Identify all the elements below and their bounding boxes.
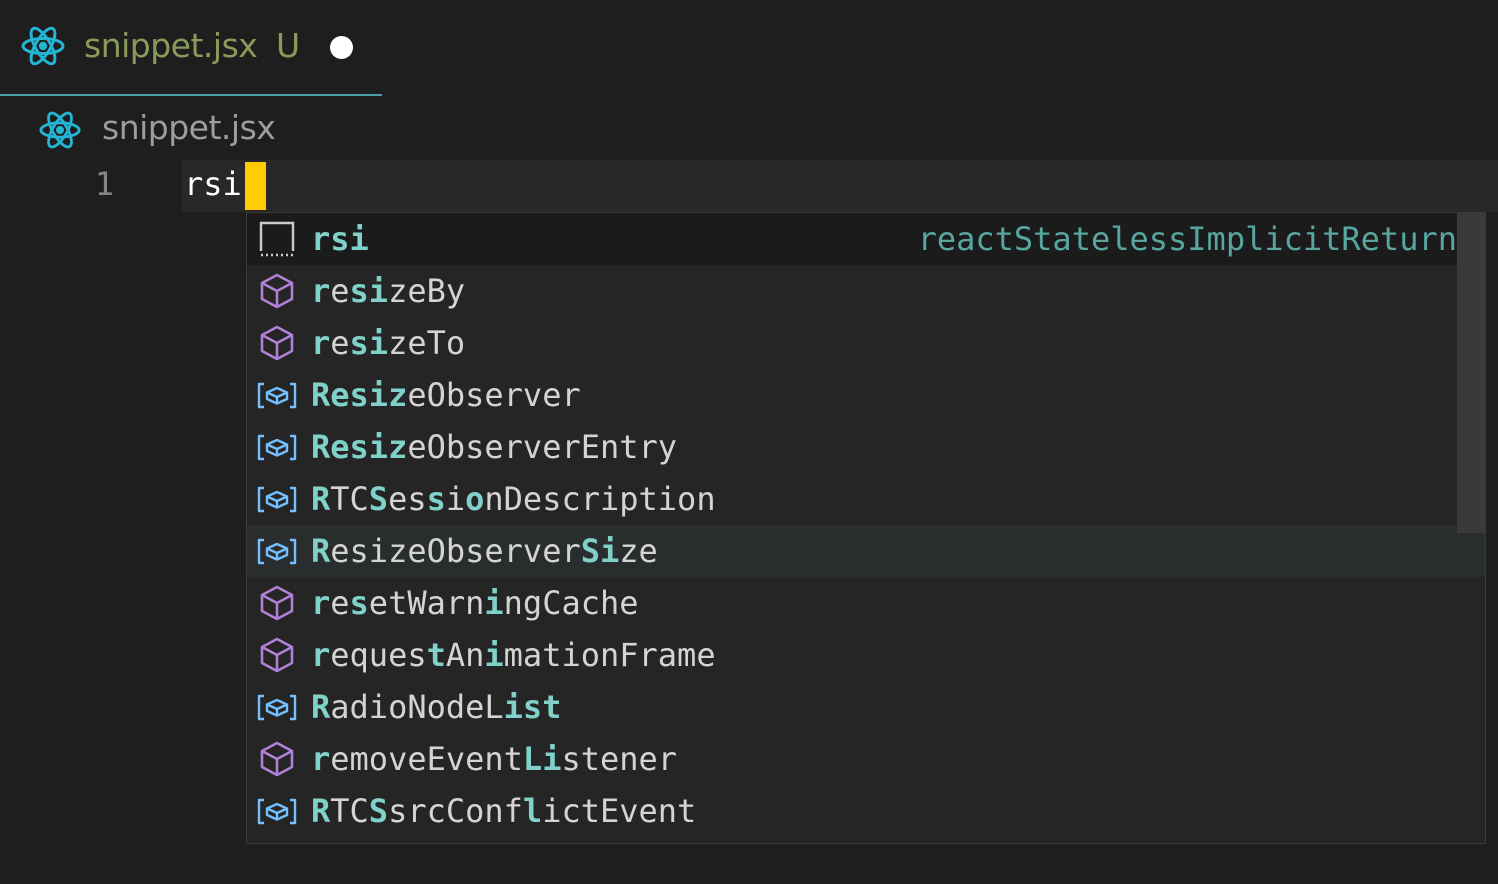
line-number: 1 — [94, 165, 114, 203]
suggest-widget: rsi reactStatelessImplicitReturn resizeBy r… — [246, 212, 1486, 844]
suggestion-item[interactable]: ResizeObserverSize — [247, 525, 1485, 577]
suggestion-label: requestAnimationFrame — [311, 636, 716, 674]
suggestion-item[interactable]: RTCSsrcConflictEvent — [247, 785, 1485, 837]
suggestion-item[interactable]: resizeTo — [247, 317, 1485, 369]
method-icon — [255, 741, 299, 777]
suggestion-item[interactable]: resizeBy — [247, 265, 1485, 317]
suggestion-label: RTCSsrcConflictEvent — [311, 792, 697, 830]
untracked-status-badge: U — [276, 26, 301, 65]
tab-title: snippet.jsx — [84, 26, 258, 65]
class-icon — [255, 533, 299, 569]
current-line-highlight — [182, 160, 1498, 212]
text-cursor — [245, 162, 266, 210]
suggestion-label: resetWarningCache — [311, 584, 639, 622]
class-icon — [255, 689, 299, 725]
method-icon — [255, 585, 299, 621]
code-line[interactable]: rsi — [184, 164, 242, 204]
suggestion-item[interactable]: rsi reactStatelessImplicitReturn — [247, 213, 1485, 265]
react-icon — [20, 23, 66, 69]
react-icon — [38, 108, 82, 152]
suggestion-item[interactable]: requestAnimationFrame — [247, 629, 1485, 681]
suggestion-label: ResizeObserverEntry — [311, 428, 678, 466]
suggestion-label: RTCSessionDescription — [311, 480, 716, 518]
suggestion-label: resizeTo — [311, 324, 466, 362]
class-icon — [255, 481, 299, 517]
suggest-scrollbar[interactable] — [1457, 213, 1485, 533]
method-icon — [255, 637, 299, 673]
tab-snippet-jsx[interactable]: snippet.jsx U — [0, 0, 382, 96]
suggestion-item[interactable]: ResizeObserverEntry — [247, 421, 1485, 473]
unsaved-dot-icon[interactable] — [330, 36, 353, 59]
suggestion-label: rsi — [311, 220, 369, 258]
suggestion-item[interactable]: RTCSessionDescription — [247, 473, 1485, 525]
suggestion-item[interactable]: removeEventListener — [247, 733, 1485, 785]
suggestion-label: ResizeObserverSize — [311, 532, 658, 570]
suggestion-detail: reactStatelessImplicitReturn — [917, 220, 1457, 258]
breadcrumb-file-label: snippet.jsx — [102, 108, 276, 147]
method-icon — [255, 325, 299, 361]
snippet-icon — [255, 221, 299, 257]
suggestion-item[interactable]: resetWarningCache — [247, 577, 1485, 629]
suggestion-label: ResizeObserver — [311, 376, 581, 414]
class-icon — [255, 793, 299, 829]
suggestion-label: RadioNodeList — [311, 688, 562, 726]
class-icon — [255, 429, 299, 465]
suggestion-label: removeEventListener — [311, 740, 678, 778]
class-icon — [255, 377, 299, 413]
suggestion-item[interactable]: RadioNodeList — [247, 681, 1485, 733]
method-icon — [255, 273, 299, 309]
tab-bar: snippet.jsx U — [0, 0, 1498, 96]
suggestion-label: resizeBy — [311, 272, 466, 310]
suggestion-item[interactable]: ResizeObserver — [247, 369, 1485, 421]
breadcrumb[interactable]: snippet.jsx — [0, 98, 600, 158]
